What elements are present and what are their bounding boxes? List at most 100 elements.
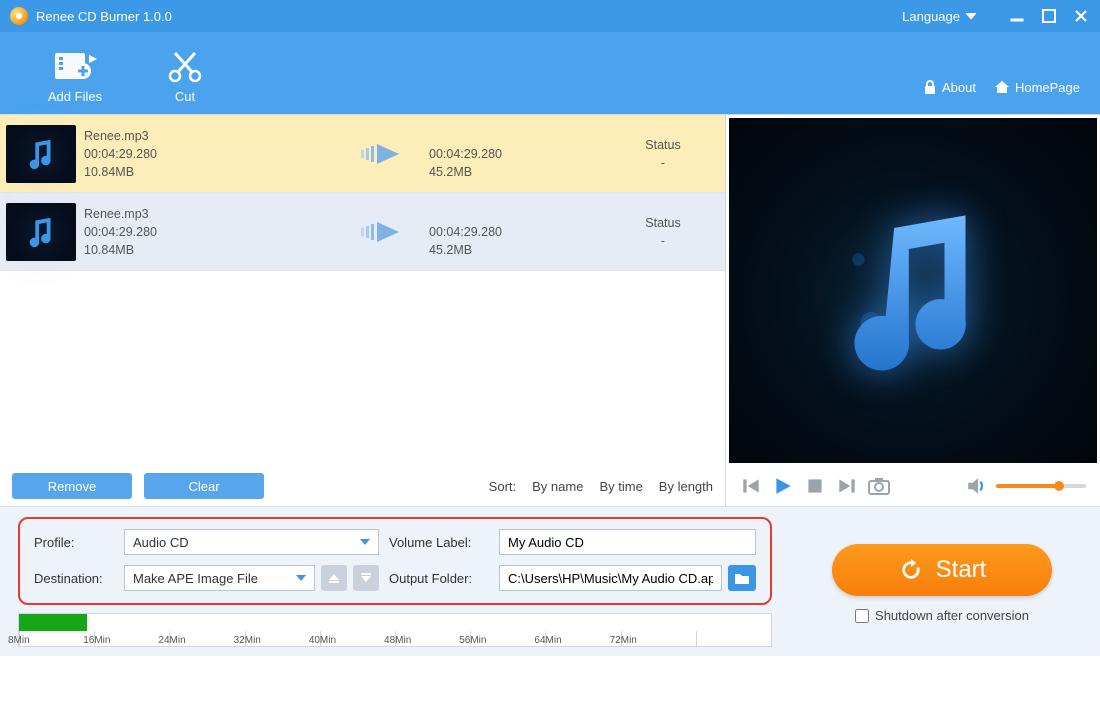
cut-icon <box>130 43 240 83</box>
status-label: Status <box>609 136 717 154</box>
sort-by-time[interactable]: By time <box>599 479 642 494</box>
volume-label-label: Volume Label: <box>389 535 489 550</box>
chevron-down-icon <box>966 13 976 19</box>
volume-slider[interactable] <box>996 484 1086 488</box>
shutdown-label: Shutdown after conversion <box>875 608 1029 623</box>
about-link[interactable]: About <box>923 79 976 95</box>
timeline-used <box>19 614 87 631</box>
stop-button[interactable] <box>804 475 826 497</box>
main-toolbar: Add Files Cut About HomePage <box>0 32 1100 114</box>
play-button[interactable] <box>772 475 794 497</box>
output-duration: 00:04:29.280 <box>429 145 609 163</box>
tick-label: 72Min <box>610 635 637 646</box>
eject-down-button[interactable] <box>353 565 379 591</box>
start-button[interactable]: Start <box>832 544 1052 596</box>
file-duration: 00:04:29.280 <box>84 223 349 241</box>
sort-by-name[interactable]: By name <box>532 479 583 494</box>
titlebar: Renee CD Burner 1.0.0 Language <box>0 0 1100 32</box>
tick-label: 40Min <box>309 635 336 646</box>
snapshot-button[interactable] <box>868 475 890 497</box>
lock-icon <box>923 79 937 95</box>
file-thumbnail <box>6 125 76 183</box>
cut-label: Cut <box>130 89 240 104</box>
language-selector[interactable]: Language <box>902 9 976 24</box>
volume-label-input[interactable] <box>499 529 756 555</box>
settings-highlight: Profile: Audio CD Volume Label: Destinat… <box>18 517 772 605</box>
file-status: Status - <box>609 136 717 172</box>
file-row[interactable]: Renee.mp3 00:04:29.280 10.84MB 00:04:29.… <box>0 115 725 193</box>
start-label: Start <box>936 556 987 584</box>
list-action-bar: Remove Clear Sort: By name By time By le… <box>0 466 725 506</box>
sort-by-length[interactable]: By length <box>659 479 713 494</box>
input-file-meta: Renee.mp3 00:04:29.280 10.84MB <box>84 205 349 259</box>
prev-track-button[interactable] <box>740 475 762 497</box>
cut-button[interactable]: Cut <box>130 43 240 104</box>
status-value: - <box>609 232 717 250</box>
add-files-label: Add Files <box>20 89 130 104</box>
file-row[interactable]: Renee.mp3 00:04:29.280 10.84MB 00:04:29.… <box>0 193 725 271</box>
minimize-button[interactable] <box>1008 7 1026 25</box>
output-size: 45.2MB <box>429 163 609 181</box>
profile-select[interactable]: Audio CD <box>124 529 379 555</box>
profile-label: Profile: <box>34 535 114 550</box>
tick-label: 16Min <box>83 635 110 646</box>
convert-arrow-icon <box>349 220 429 244</box>
tick-label: 64Min <box>534 635 561 646</box>
chevron-down-icon <box>296 575 306 581</box>
shutdown-checkbox[interactable] <box>855 609 869 623</box>
close-button[interactable] <box>1072 7 1090 25</box>
file-thumbnail <box>6 203 76 261</box>
remove-button[interactable]: Remove <box>12 473 132 499</box>
file-status: Status - <box>609 214 717 250</box>
file-size: 10.84MB <box>84 163 349 181</box>
eject-button[interactable] <box>321 565 347 591</box>
add-files-button[interactable]: Add Files <box>20 43 130 104</box>
status-label: Status <box>609 214 717 232</box>
file-duration: 00:04:29.280 <box>84 145 349 163</box>
settings-panel: Profile: Audio CD Volume Label: Destinat… <box>0 506 1100 656</box>
file-list-blank <box>0 271 725 466</box>
input-file-meta: Renee.mp3 00:04:29.280 10.84MB <box>84 127 349 181</box>
output-duration: 00:04:29.280 <box>429 223 609 241</box>
output-file-meta: 00:04:29.280 45.2MB <box>429 127 609 181</box>
tick-label: 32Min <box>234 635 261 646</box>
chevron-down-icon <box>360 539 370 545</box>
homepage-link[interactable]: HomePage <box>994 79 1080 95</box>
add-files-icon <box>20 43 130 83</box>
content-area: Renee.mp3 00:04:29.280 10.84MB 00:04:29.… <box>0 114 1100 506</box>
sort-bar: Sort: By name By time By length <box>276 479 713 494</box>
preview-display <box>729 118 1097 463</box>
homepage-label: HomePage <box>1015 80 1080 95</box>
tick-label: 24Min <box>158 635 185 646</box>
file-name: Renee.mp3 <box>84 205 349 223</box>
preview-controls <box>726 466 1100 506</box>
convert-arrow-icon <box>349 142 429 166</box>
file-size: 10.84MB <box>84 241 349 259</box>
maximize-button[interactable] <box>1040 7 1058 25</box>
next-track-button[interactable] <box>836 475 858 497</box>
timeline-ticks: 8Min 16Min 24Min 32Min 40Min 48Min 56Min… <box>19 631 771 646</box>
clear-button[interactable]: Clear <box>144 473 264 499</box>
about-label: About <box>942 80 976 95</box>
file-name: Renee.mp3 <box>84 127 349 145</box>
refresh-icon <box>898 557 924 583</box>
file-list: Renee.mp3 00:04:29.280 10.84MB 00:04:29.… <box>0 115 725 506</box>
output-folder-input[interactable] <box>499 565 722 591</box>
sort-label: Sort: <box>489 479 516 494</box>
app-title: Renee CD Burner 1.0.0 <box>36 9 172 24</box>
browse-folder-button[interactable] <box>728 565 756 591</box>
shutdown-checkbox-row[interactable]: Shutdown after conversion <box>855 608 1029 623</box>
profile-value: Audio CD <box>133 535 189 550</box>
destination-label: Destination: <box>34 571 114 586</box>
volume-icon[interactable] <box>966 475 988 497</box>
language-label: Language <box>902 9 960 24</box>
tick-label: 8Min <box>8 635 30 646</box>
destination-value: Make APE Image File <box>133 571 258 586</box>
preview-pane <box>725 115 1100 506</box>
tick-label: 48Min <box>384 635 411 646</box>
output-folder-label: Output Folder: <box>389 571 489 586</box>
disc-timeline: 8Min 16Min 24Min 32Min 40Min 48Min 56Min… <box>18 613 772 647</box>
destination-select[interactable]: Make APE Image File <box>124 565 315 591</box>
output-file-meta: 00:04:29.280 45.2MB <box>429 205 609 259</box>
home-icon <box>994 79 1010 95</box>
